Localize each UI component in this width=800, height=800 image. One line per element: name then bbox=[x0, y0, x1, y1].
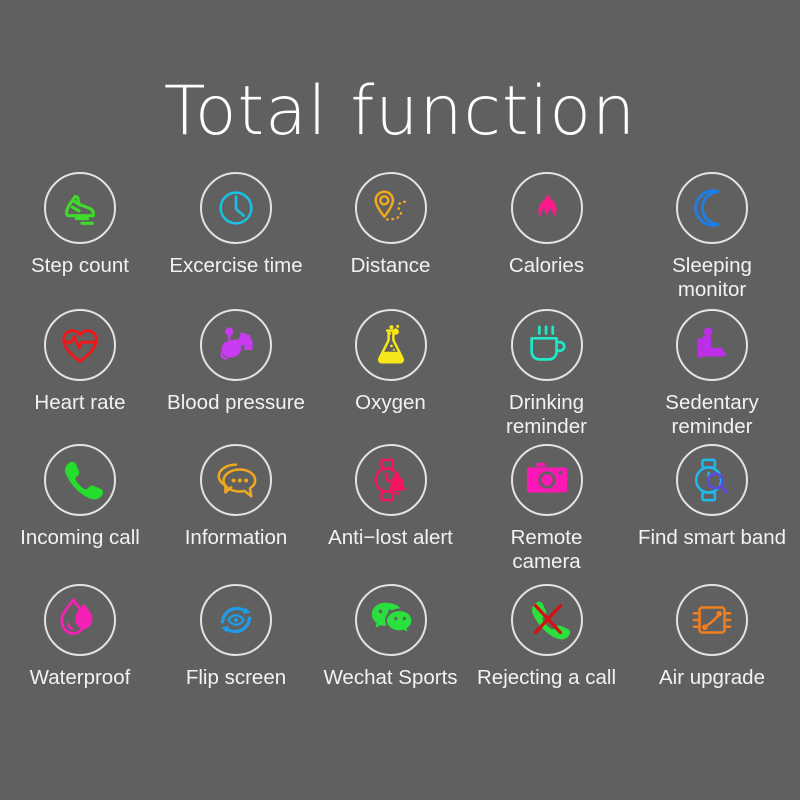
feature-label: Find smart band bbox=[637, 526, 787, 549]
watch-search-icon bbox=[694, 458, 728, 502]
phone-handset-icon bbox=[65, 461, 104, 500]
feature-row: Heart rate Blood pressure Oxygen Drinkin… bbox=[0, 309, 800, 444]
icon-circle bbox=[676, 309, 748, 381]
feature-label: Information bbox=[184, 526, 288, 549]
feature-label: Anti−lost alert bbox=[328, 526, 453, 549]
icon-circle bbox=[354, 584, 427, 656]
camera-icon bbox=[526, 462, 567, 493]
feature-row: Waterproof Flip screen Wechat Sports Rej… bbox=[0, 584, 800, 714]
feature-item-drinking-reminder[interactable]: Drinking reminder bbox=[469, 309, 624, 439]
feature-item-calories[interactable]: Calories bbox=[469, 172, 624, 278]
chat-bubbles-icon bbox=[217, 463, 257, 498]
watch-bell-icon bbox=[373, 458, 405, 502]
icon-circle bbox=[200, 309, 272, 381]
feature-grid: Step count Excercise time Distance Calor… bbox=[0, 172, 800, 714]
feature-item-find-smart-band[interactable]: Find smart band bbox=[624, 444, 800, 550]
feature-item-blood-pressure[interactable]: Blood pressure bbox=[160, 309, 312, 415]
icon-circle bbox=[44, 444, 116, 516]
page-title: Total function bbox=[163, 72, 637, 151]
feature-label: Oxygen bbox=[355, 391, 426, 414]
feature-label: Waterproof bbox=[29, 666, 131, 689]
feature-label: Excercise time bbox=[169, 254, 303, 277]
icon-circle bbox=[510, 309, 583, 381]
flask-bubbles-icon bbox=[377, 324, 404, 364]
map-pin-route-icon bbox=[373, 190, 408, 221]
feature-item-excercise-time[interactable]: Excercise time bbox=[160, 172, 312, 278]
crescent-moon-icon bbox=[694, 189, 720, 227]
feature-row: Step count Excercise time Distance Calor… bbox=[0, 172, 800, 309]
coffee-cup-icon bbox=[529, 325, 566, 361]
chip-upgrade-icon bbox=[692, 606, 732, 634]
feature-item-heart-rate[interactable]: Heart rate bbox=[0, 309, 160, 415]
feature-item-incoming-call[interactable]: Incoming call bbox=[0, 444, 160, 550]
icon-circle bbox=[510, 584, 583, 656]
feature-label: Remote camera bbox=[510, 526, 583, 573]
icon-circle bbox=[676, 444, 748, 516]
feature-item-sleeping-monitor[interactable]: Sleeping monitor bbox=[624, 172, 800, 302]
feature-item-oxygen[interactable]: Oxygen bbox=[312, 309, 469, 415]
feature-item-information[interactable]: Information bbox=[160, 444, 312, 550]
water-drop-icon bbox=[60, 598, 93, 635]
blood-pressure-icon bbox=[220, 327, 253, 360]
feature-label: Step count bbox=[30, 254, 129, 277]
icon-circle bbox=[510, 172, 583, 244]
feature-label: Distance bbox=[350, 254, 431, 277]
icon-circle bbox=[44, 584, 116, 656]
feature-row: Incoming call Information Anti−lost aler… bbox=[0, 444, 800, 584]
feature-item-flip-screen[interactable]: Flip screen bbox=[160, 584, 312, 690]
feature-label: Wechat Sports bbox=[323, 666, 458, 689]
wechat-bubbles-icon bbox=[371, 602, 413, 635]
feature-label: Air upgrade bbox=[659, 666, 765, 689]
icon-circle bbox=[510, 444, 583, 516]
feature-label: Sleeping monitor bbox=[672, 254, 752, 301]
total-function-poster: { "page": { "title": "Total function", "… bbox=[0, 0, 800, 800]
feature-label: Incoming call bbox=[20, 526, 140, 549]
seated-person-icon bbox=[697, 327, 726, 358]
feature-item-wechat-sports[interactable]: Wechat Sports bbox=[312, 584, 469, 690]
feature-item-rejecting-a-call[interactable]: Rejecting a call bbox=[469, 584, 624, 690]
feature-label: Sedentary reminder bbox=[665, 391, 759, 438]
feature-item-step-count[interactable]: Step count bbox=[0, 172, 160, 278]
icon-circle bbox=[354, 309, 427, 381]
heart-pulse-icon bbox=[62, 329, 98, 363]
reject-call-icon bbox=[531, 601, 570, 640]
feature-label: Flip screen bbox=[185, 666, 287, 689]
clock-icon bbox=[219, 191, 253, 225]
icon-circle bbox=[200, 172, 272, 244]
feature-item-waterproof[interactable]: Waterproof bbox=[0, 584, 160, 690]
icon-circle bbox=[676, 584, 748, 656]
icon-circle bbox=[200, 584, 272, 656]
flame-icon bbox=[537, 189, 557, 217]
feature-item-distance[interactable]: Distance bbox=[312, 172, 469, 278]
flip-screen-eye-icon bbox=[220, 606, 252, 634]
feature-item-remote-camera[interactable]: Remote camera bbox=[469, 444, 624, 574]
icon-circle bbox=[200, 444, 272, 516]
icon-circle bbox=[354, 444, 427, 516]
icon-circle bbox=[44, 172, 116, 244]
feature-item-sedentary-reminder[interactable]: Sedentary reminder bbox=[624, 309, 800, 439]
icon-circle bbox=[354, 172, 427, 244]
feature-label: Blood pressure bbox=[167, 391, 305, 414]
feature-label: Drinking reminder bbox=[506, 391, 587, 438]
feature-item-anti-lost-alert[interactable]: Anti−lost alert bbox=[312, 444, 469, 550]
icon-circle bbox=[44, 309, 116, 381]
feature-label: Calories bbox=[508, 254, 585, 277]
icon-circle bbox=[676, 172, 748, 244]
feature-item-air-upgrade[interactable]: Air upgrade bbox=[624, 584, 800, 690]
feature-label: Heart rate bbox=[34, 391, 126, 414]
running-shoe-icon bbox=[65, 194, 95, 225]
feature-label: Rejecting a call bbox=[476, 666, 616, 689]
